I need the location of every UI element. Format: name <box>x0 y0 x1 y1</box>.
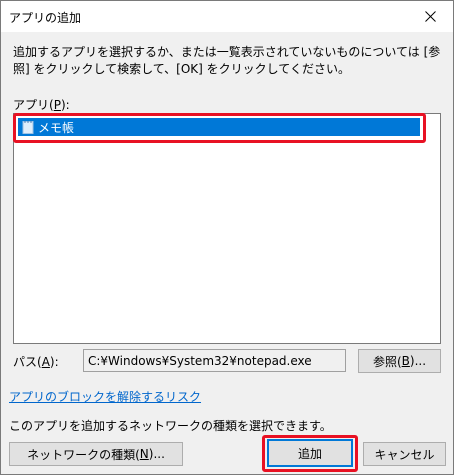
network-types-button[interactable]: ネットワークの種類(N)... <box>9 442 183 466</box>
apps-label: アプリ(P): <box>13 98 70 112</box>
app-list[interactable]: メモ帳 <box>13 113 441 344</box>
path-label: パス(A): <box>13 355 59 369</box>
app-list-item-notepad[interactable]: メモ帳 <box>18 118 420 136</box>
path-field[interactable] <box>83 349 346 372</box>
instruction-text: 追加するアプリを選択するか、または一覧表示されていないものについては [参照] … <box>13 45 441 76</box>
close-button[interactable] <box>407 1 453 32</box>
browse-button[interactable]: 参照(B)... <box>358 349 441 373</box>
cancel-button[interactable]: キャンセル <box>363 442 446 466</box>
dialog-title: アプリの追加 <box>9 11 82 25</box>
app-list-item-label: メモ帳 <box>38 120 75 135</box>
add-app-dialog: アプリの追加 追加するアプリを選択するか、または一覧表示されていないものについて… <box>0 0 454 475</box>
network-info-text: このアプリを追加するネットワークの種類を選択できます。 <box>9 419 332 433</box>
unblock-risk-link[interactable]: アプリのブロックを解除するリスク <box>9 388 201 405</box>
title-bar: アプリの追加 <box>1 1 453 32</box>
add-button[interactable]: 追加 <box>267 439 353 467</box>
close-icon <box>424 11 436 22</box>
notepad-icon <box>22 120 35 134</box>
